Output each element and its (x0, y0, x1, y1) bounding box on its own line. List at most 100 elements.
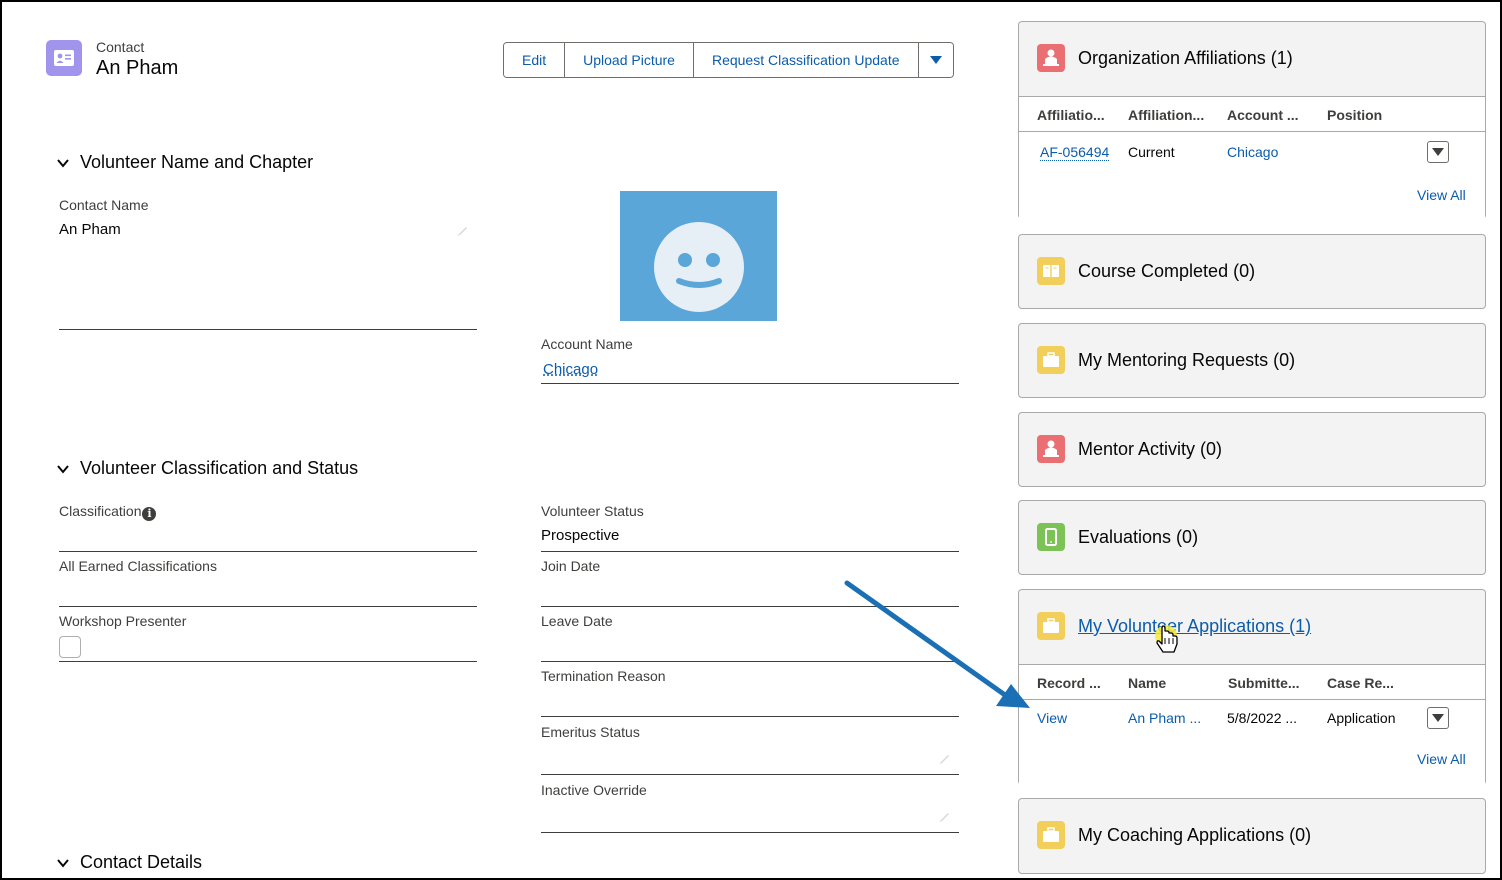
request-classification-update-button[interactable]: Request Classification Update (693, 43, 919, 77)
section-toggle-contact-details[interactable]: Contact Details (56, 852, 202, 873)
related-table: Record ... Name Submitte... Case Re... V… (1019, 664, 1485, 785)
column-header[interactable]: Position (1327, 107, 1382, 123)
join-date-label: Join Date (541, 558, 601, 574)
column-header[interactable]: Name (1128, 675, 1166, 691)
related-list-evaluations: Evaluations (0) (1018, 500, 1486, 575)
briefcase-icon (1037, 821, 1065, 849)
classification-label: Classification i (59, 503, 157, 521)
related-list-mentor-activity: Mentor Activity (0) (1018, 412, 1486, 487)
name-link[interactable]: An Pham ... (1128, 710, 1201, 726)
field-underline (59, 661, 477, 662)
column-header[interactable]: Account ... (1227, 107, 1299, 123)
card-title[interactable]: Evaluations (0) (1078, 527, 1198, 548)
inactive-override-label: Inactive Override (541, 782, 647, 798)
field-underline (541, 832, 959, 833)
chevron-down-icon (1432, 714, 1444, 722)
volunteer-status-label: Volunteer Status (541, 503, 644, 519)
workshop-presenter-checkbox[interactable] (59, 636, 81, 658)
chevron-down-icon (1432, 148, 1444, 156)
contact-name-label: Contact Name (59, 197, 149, 213)
account-link[interactable]: Chicago (1227, 144, 1278, 160)
affiliation-link[interactable]: AF-056494 (1040, 144, 1110, 161)
record-title: An Pham (96, 57, 179, 79)
chevron-down-icon (57, 464, 69, 474)
card-title[interactable]: Mentor Activity (0) (1078, 439, 1222, 460)
account-name-label: Account Name (541, 336, 633, 352)
card-title[interactable]: Organization Affiliations (1) (1078, 48, 1293, 69)
volunteer-status-value: Prospective (541, 527, 620, 544)
workshop-presenter-label: Workshop Presenter (59, 613, 187, 629)
chevron-down-icon (57, 858, 69, 868)
section-title: Contact Details (80, 852, 203, 872)
emeritus-status-label: Emeritus Status (541, 724, 640, 740)
related-list-mentoring-requests: My Mentoring Requests (0) (1018, 323, 1486, 398)
view-all-link[interactable]: View All (1417, 187, 1466, 203)
info-icon[interactable]: i (142, 507, 157, 521)
edit-button[interactable]: Edit (504, 43, 566, 77)
card-title-link[interactable]: My Volunteer Applications (1) (1078, 616, 1311, 637)
table-cell: Current (1128, 144, 1175, 160)
pencil-icon[interactable] (938, 811, 950, 823)
card-title[interactable]: Course Completed (0) (1078, 261, 1255, 282)
field-underline (59, 606, 477, 607)
leave-date-label: Leave Date (541, 613, 613, 629)
view-all-link[interactable]: View All (1417, 751, 1466, 767)
row-actions-button[interactable] (1427, 707, 1449, 729)
pencil-icon[interactable] (938, 753, 950, 765)
field-underline (541, 716, 959, 717)
table-cell: 5/8/2022 ... (1227, 710, 1298, 726)
briefcase-icon (1037, 346, 1065, 374)
card-title[interactable]: My Coaching Applications (0) (1078, 825, 1311, 846)
upload-picture-button[interactable]: Upload Picture (565, 43, 694, 77)
contact-icon (46, 40, 82, 76)
card-title[interactable]: My Mentoring Requests (0) (1078, 350, 1295, 371)
column-header[interactable]: Case Re... (1327, 675, 1394, 691)
pencil-icon[interactable] (456, 225, 468, 237)
field-underline (541, 383, 959, 384)
section-title: Volunteer Name and Chapter (80, 152, 314, 172)
section-toggle-name-chapter[interactable]: Volunteer Name and Chapter (56, 152, 313, 173)
chevron-down-icon (929, 56, 942, 64)
column-header[interactable]: Affiliatio... (1037, 107, 1105, 123)
related-list-volunteer-applications: My Volunteer Applications (1) Record ...… (1018, 589, 1486, 785)
row-actions-button[interactable] (1427, 141, 1449, 163)
chevron-down-icon (57, 158, 69, 168)
account-name-link[interactable]: Chicago (543, 361, 598, 378)
section-title: Volunteer Classification and Status (80, 458, 359, 478)
all-earned-classifications-label: All Earned Classifications (59, 558, 217, 574)
related-list-coaching-applications: My Coaching Applications (0) (1018, 798, 1486, 874)
table-header-row: Record ... Name Submitte... Case Re... (1019, 664, 1485, 700)
book-icon (1037, 257, 1065, 285)
header-action-buttons: Edit Upload Picture Request Classificati… (503, 42, 954, 78)
section-toggle-classification-status[interactable]: Volunteer Classification and Status (56, 458, 358, 479)
column-header[interactable]: Record ... (1037, 675, 1101, 691)
field-underline (541, 606, 959, 607)
table-cell: Application (1327, 710, 1396, 726)
field-underline (541, 774, 959, 775)
field-underline (59, 329, 477, 330)
related-list-organization-affiliations: Organization Affiliations (1) Affiliatio… (1018, 21, 1486, 219)
tablet-icon (1037, 523, 1065, 551)
hand-cursor-icon (1155, 625, 1178, 653)
person-icon (1037, 435, 1065, 463)
card-header: My Volunteer Applications (1) (1019, 590, 1485, 664)
object-type-label: Contact (96, 39, 145, 55)
field-underline (541, 551, 959, 552)
card-header: Organization Affiliations (1) (1019, 22, 1485, 96)
contact-name-value: An Pham (59, 221, 121, 238)
record-view-link[interactable]: View (1037, 710, 1067, 726)
table-header-row: Affiliatio... Affiliation... Account ...… (1019, 96, 1485, 132)
column-header[interactable]: Affiliation... (1128, 107, 1204, 123)
related-list-course-completed: Course Completed (0) (1018, 234, 1486, 309)
related-table: Affiliatio... Affiliation... Account ...… (1019, 96, 1485, 219)
column-header[interactable]: Submitte... (1228, 675, 1300, 691)
briefcase-icon (1037, 612, 1065, 640)
classification-label-text: Classification (59, 503, 142, 519)
field-underline (59, 551, 477, 552)
more-actions-button[interactable] (918, 43, 953, 77)
termination-reason-label: Termination Reason (541, 668, 666, 684)
profile-picture[interactable] (620, 191, 777, 321)
field-underline (541, 661, 959, 662)
person-icon (1037, 44, 1065, 72)
smiley-face-icon (654, 222, 744, 312)
